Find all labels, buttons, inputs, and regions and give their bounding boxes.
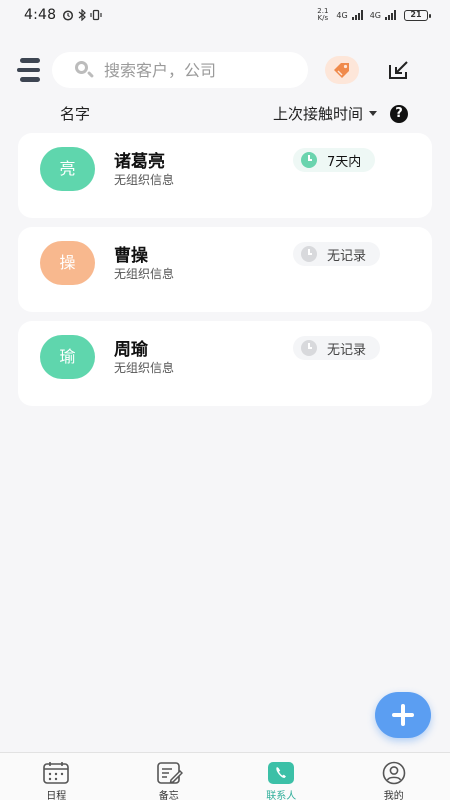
status-left: 4:48 [24,7,102,23]
sig1-label: 4G [336,10,348,20]
status-bar: 4:48 2.1 K/s 4G 4G 21 [0,0,450,30]
memo-icon [155,761,183,785]
nav-item-contacts[interactable]: 联系人 [225,753,338,800]
battery-icon: 21 [404,9,431,21]
contact-card[interactable]: 亮 诸葛亮 无组织信息 7天内 [18,133,432,218]
nav-label: 日程 [46,791,67,800]
last-contact-text: 无记录 [327,342,367,358]
sort-label: 上次接触时间 [273,105,364,123]
contact-card[interactable]: 操 曹操 无组织信息 无记录 [18,227,432,312]
contact-card[interactable]: 瑜 周瑜 无组织信息 无记录 [18,321,432,406]
status-time: 4:48 [24,7,57,23]
signal-icon-2 [385,10,396,20]
contact-name: 曹操 [114,246,148,266]
net-speed: 2.1 K/s [317,8,328,22]
avatar: 瑜 [40,335,95,379]
sort-row: 名字 上次接触时间 ? [0,103,450,125]
caret-down-icon [369,111,378,116]
help-icon[interactable]: ? [390,105,408,123]
contacts-phone-icon [267,761,295,785]
calendar-icon [42,761,70,785]
contact-org: 无组织信息 [114,173,175,187]
avatar: 操 [40,241,95,285]
last-contact-text: 7天内 [327,154,362,170]
last-contact-badge: 无记录 [293,336,381,360]
tag-button[interactable] [325,56,359,84]
last-contact-badge: 无记录 [293,242,381,266]
avatar: 亮 [40,147,95,191]
alarm-icon [63,10,74,21]
contact-name: 诸葛亮 [114,152,165,172]
clock-icon [301,340,317,356]
nav-item-memo[interactable]: 备忘 [113,753,226,800]
contact-list: 亮 诸葛亮 无组织信息 7天内 操 曹操 无组织信息 无记录 瑜 周瑜 无组织信… [18,133,432,415]
contact-name: 周瑜 [114,340,148,360]
status-icons [62,9,102,21]
export-icon [389,61,408,79]
search-box[interactable] [52,52,308,88]
column-name-label: 名字 [60,105,91,123]
export-button[interactable] [386,58,412,82]
search-input[interactable] [104,60,294,80]
bottom-nav: 日程 备忘 联系人 我的 [0,752,450,800]
nav-item-schedule[interactable]: 日程 [0,753,113,800]
contact-org: 无组织信息 [114,267,175,281]
menu-icon[interactable] [17,58,41,82]
nav-item-profile[interactable]: 我的 [338,753,450,800]
last-contact-badge: 7天内 [293,148,376,172]
tag-icon [334,63,349,78]
sort-dropdown[interactable]: 上次接触时间 [273,103,378,124]
bluetooth-icon [78,9,87,21]
add-contact-button[interactable] [375,692,431,738]
clock-icon [301,152,317,168]
clock-icon [301,246,317,262]
plus-icon [392,704,414,726]
header [0,50,450,90]
last-contact-text: 无记录 [327,248,367,264]
contact-org: 无组织信息 [114,361,175,375]
sig2-label: 4G [369,10,381,20]
nav-label: 我的 [383,791,404,800]
status-right: 2.1 K/s 4G 4G 21 [317,8,431,22]
profile-icon [380,761,408,785]
nav-label: 联系人 [266,791,297,800]
search-icon [74,60,95,80]
signal-icon [351,10,363,20]
vibrate-icon [90,9,102,21]
net-speed-unit: K/s [317,14,329,22]
nav-label: 备忘 [158,791,179,800]
